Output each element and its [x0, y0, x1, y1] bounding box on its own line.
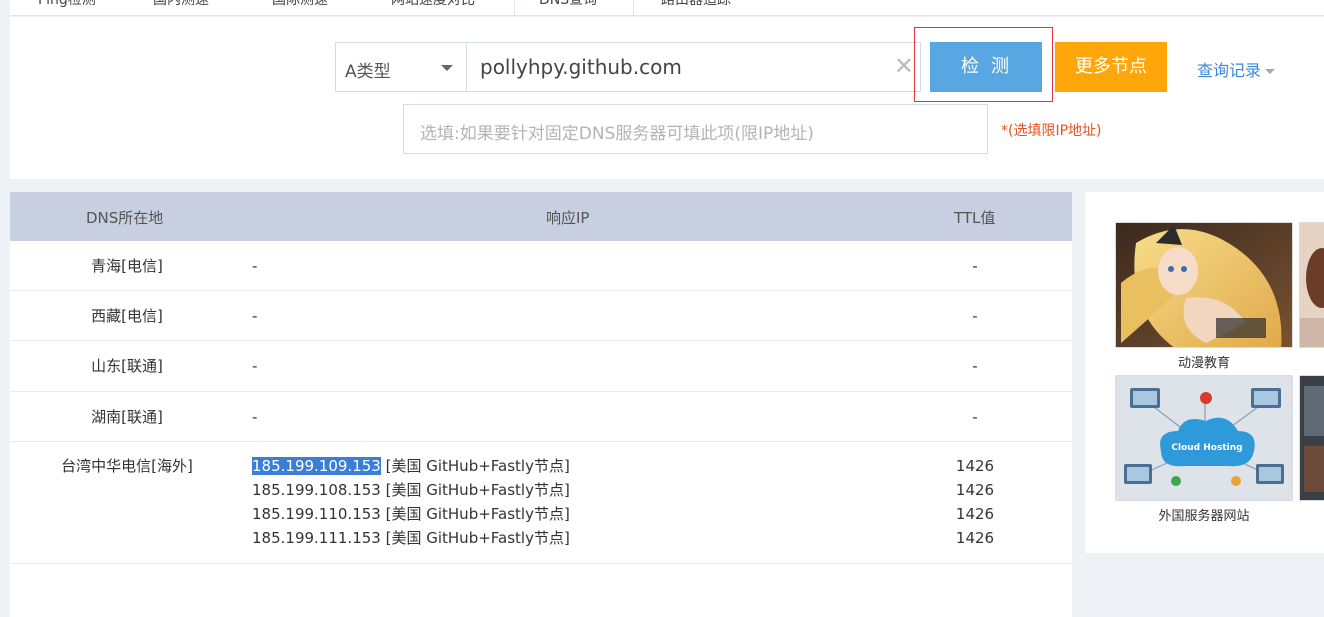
- tab-site-compare[interactable]: 网站速度对比: [391, 0, 475, 15]
- row-location: 湖南[联通]: [91, 408, 163, 426]
- chevron-down-icon: [441, 65, 453, 71]
- table-row: 青海[电信] - -: [10, 241, 1072, 291]
- tab-traceroute[interactable]: 路由器追踪: [661, 0, 731, 15]
- row-ttl: -: [972, 357, 978, 375]
- close-icon[interactable]: ✕: [894, 54, 914, 78]
- ip-entry: 185.199.108.153 [美国 GitHub+Fastly节点]: [252, 478, 570, 502]
- ip-entry: 185.199.110.153 [美国 GitHub+Fastly节点]: [252, 502, 570, 526]
- ad-caption: 外国服务器网站: [1158, 509, 1250, 524]
- ip-location-tag: [美国 GitHub+Fastly节点]: [385, 529, 570, 547]
- nav-tabs: Ping检测 国内测速 国际测速 网站速度对比 DNS查询 路由器追踪: [10, 0, 1324, 16]
- ad-foreign-hosting[interactable]: Cloud Hosting 外国服务器网站: [1115, 375, 1293, 524]
- row-ip: -: [252, 257, 258, 275]
- ip-entry: 185.199.111.153 [美国 GitHub+Fastly节点]: [252, 526, 570, 550]
- row-location: 西藏[电信]: [91, 307, 163, 325]
- row-ttl: -: [972, 307, 978, 325]
- domain-value: pollyhpy.github.com: [480, 55, 682, 79]
- row-ip: -: [252, 357, 258, 375]
- ad-image: Cloud Hosting: [1115, 375, 1293, 501]
- tab-international-speed[interactable]: 国际测速: [272, 0, 328, 15]
- row-location: 山东[联通]: [91, 357, 163, 375]
- ad-partial-thumb[interactable]: [1299, 222, 1324, 348]
- ip-location-tag: [美国 GitHub+Fastly节点]: [385, 457, 570, 475]
- domain-input[interactable]: pollyhpy.github.com ✕: [466, 42, 921, 92]
- ad-anime-education[interactable]: 动漫教育: [1115, 222, 1293, 371]
- query-history-link[interactable]: 查询记录: [1197, 57, 1276, 81]
- more-nodes-button[interactable]: 更多节点: [1055, 42, 1167, 92]
- ip-location-tag: [美国 GitHub+Fastly节点]: [385, 481, 570, 499]
- ad-partial-thumb[interactable]: [1299, 375, 1324, 501]
- results-table: DNS所在地 响应IP TTL值 青海[电信] - - 西藏[电信] - - 山…: [10, 192, 1072, 617]
- header-ttl: TTL值: [954, 209, 996, 227]
- row-ip: -: [252, 307, 258, 325]
- header-location: DNS所在地: [86, 209, 164, 227]
- check-button[interactable]: 检测: [930, 42, 1042, 92]
- table-row: 台湾中华电信[海外] 185.199.109.153 [美国 GitHub+Fa…: [10, 442, 1072, 564]
- ttl-value: 1426: [955, 481, 995, 499]
- header-ip: 响应IP: [546, 209, 590, 227]
- ip-entry: 185.199.109.153 [美国 GitHub+Fastly节点]: [252, 454, 570, 478]
- table-row: 湖南[联通] - -: [10, 392, 1072, 442]
- ads-panel: 动漫教育 Cloud Hosting 外国服务器网站: [1085, 192, 1324, 553]
- row-ttl: -: [972, 257, 978, 275]
- caret-down-icon: [1265, 69, 1276, 74]
- row-ip: -: [252, 408, 258, 426]
- search-panel: A类型 pollyhpy.github.com ✕ 检测 更多节点 查询记录 选…: [10, 17, 1324, 179]
- ip-address[interactable]: 185.199.111.153: [252, 529, 381, 547]
- row-ip-list: 185.199.109.153 [美国 GitHub+Fastly节点] 185…: [252, 454, 570, 550]
- row-ttl-list: 1426 1426 1426 1426: [940, 454, 1010, 550]
- ttl-value: 1426: [955, 505, 995, 523]
- ad-image: [1299, 222, 1324, 348]
- ip-address[interactable]: 185.199.108.153: [252, 481, 381, 499]
- ad-image: [1115, 222, 1293, 348]
- table-header: DNS所在地 响应IP TTL值: [10, 192, 1072, 241]
- dns-server-input[interactable]: 选填:如果要针对固定DNS服务器可填此项(限IP地址): [403, 104, 988, 154]
- ad-caption: 动漫教育: [1177, 356, 1230, 371]
- tab-dns[interactable]: DNS查询: [514, 0, 634, 15]
- table-row: 山东[联通] - -: [10, 341, 1072, 392]
- record-type-select[interactable]: A类型: [335, 42, 467, 92]
- ttl-value: 1426: [955, 457, 995, 475]
- dns-server-hint: *(选填限IP地址): [1001, 123, 1102, 139]
- ad-image: [1299, 375, 1324, 501]
- record-type-value: A类型: [345, 62, 391, 82]
- query-history-label: 查询记录: [1197, 61, 1262, 80]
- ad-image-text: Cloud Hosting: [1171, 443, 1242, 453]
- ip-address[interactable]: 185.199.109.153: [252, 457, 381, 475]
- ip-address[interactable]: 185.199.110.153: [252, 505, 381, 523]
- tab-ping[interactable]: Ping检测: [38, 0, 96, 15]
- row-ttl: -: [972, 408, 978, 426]
- row-location: 台湾中华电信[海外]: [61, 457, 193, 475]
- dns-server-placeholder: 选填:如果要针对固定DNS服务器可填此项(限IP地址): [420, 124, 814, 144]
- table-row: 西藏[电信] - -: [10, 291, 1072, 341]
- ip-location-tag: [美国 GitHub+Fastly节点]: [385, 505, 570, 523]
- row-location: 青海[电信]: [91, 257, 163, 275]
- tab-domestic-speed[interactable]: 国内测速: [153, 0, 209, 15]
- ttl-value: 1426: [955, 529, 995, 547]
